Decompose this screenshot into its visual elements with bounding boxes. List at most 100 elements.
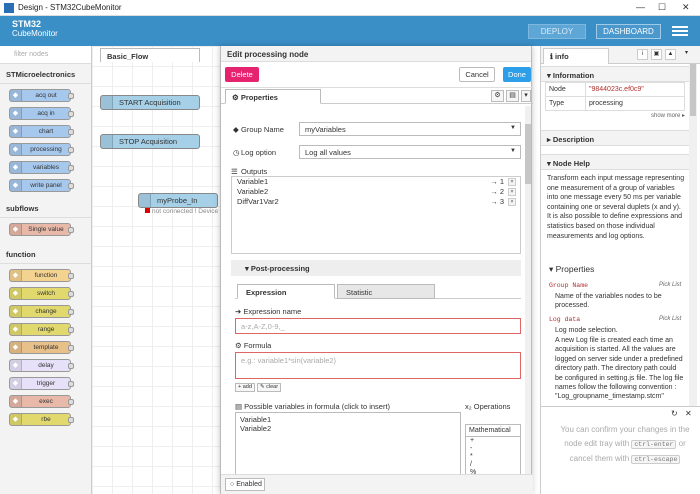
output-row[interactable]: Variable1 → 1 × [232,177,520,187]
remove-output-icon[interactable]: × [508,178,516,186]
palette-node[interactable]: ◆ delay [9,359,74,372]
bug-icon[interactable]: ▲ [665,49,676,60]
tab-properties[interactable]: ⚙ Properties [225,89,321,104]
palette-node[interactable]: ◆ range [9,323,74,336]
remove-output-icon[interactable]: × [508,188,516,196]
node-port [68,345,74,351]
palette-node[interactable]: ◆ exec [9,395,74,408]
palette-node[interactable]: ◆ rbe [9,413,74,426]
sidebar-scrollbar[interactable] [689,64,697,406]
tray-toolbar: Delete Cancel Done [221,62,533,88]
shortcut-key: ctrl-escape [631,455,681,464]
palette-node[interactable]: ◆ write panel [9,179,74,192]
operations-select[interactable]: Mathematical [466,425,520,437]
variable-item[interactable]: Variable2 [240,424,460,433]
node-palette: filter nodes STMicroelectronics ◆ acq out… [0,46,92,494]
node-port [68,147,74,153]
enabled-toggle[interactable]: ○ Enabled [225,478,265,491]
dashboard-button[interactable]: DASHBOARD [596,24,661,39]
formula-input[interactable]: e.g.: variable1*sin(variable2) [235,352,521,379]
minimize-icon[interactable]: — [636,2,645,12]
chevron-down-icon: ▼ [510,148,516,154]
done-button[interactable]: Done [503,67,531,82]
palette-node-label: exec [39,398,53,405]
app-icon [4,2,14,13]
app-header [0,16,700,46]
tab-info[interactable]: ℹ info [543,48,609,64]
prop-desc: Name of the variables nodes to be proces… [555,293,662,310]
palette-category-subflows[interactable]: subflows [0,198,91,218]
palette-category-stmicro[interactable]: STMicroelectronics [0,64,91,84]
palette-node[interactable]: ◆ switch [9,287,74,300]
description-icon[interactable]: ▤ [506,90,519,102]
palette-node[interactable]: ◆ variables [9,161,74,174]
window-title: Design - STM32CubeMonitor [18,3,122,12]
node-help-header[interactable]: ▾ Node Help [541,154,689,170]
postprocessing-header[interactable]: ▾ Post-processing [231,260,521,276]
node-type-icon: ◆ [10,288,22,299]
operation-item[interactable]: * [466,453,520,461]
group-name-select[interactable]: myVariables ▼ [299,122,521,136]
output-name: Variable1 [237,177,269,186]
clear-button[interactable]: ✎ clear [257,383,282,392]
close-icon[interactable]: ✕ [682,2,690,13]
show-more-link[interactable]: show more ▸ [651,112,685,119]
confirm-tip: You can confirm your changes in the node… [560,425,690,464]
add-button[interactable]: + add [235,383,255,392]
palette-node[interactable]: ◆ function [9,269,74,282]
flow-node-stop[interactable]: STOP Acquisition [100,134,200,149]
tab-expression[interactable]: Expression [237,284,335,299]
palette-node-label: Single value [28,226,64,233]
delete-button[interactable]: Delete [225,67,259,82]
sidebar-scroll-thumb[interactable] [690,64,696,116]
output-row[interactable]: DiffVar1Var2 → 3 × [232,197,520,207]
flow-tab[interactable]: Basic_Flow [100,48,200,62]
flow-node-start[interactable]: START Acquisition [100,95,200,110]
description-header[interactable]: ▸ Description [541,130,689,146]
palette-node[interactable]: ◆ chart [9,125,74,138]
deploy-button[interactable]: DEPLOY [528,24,586,39]
palette-node-label: function [34,272,58,279]
palette-node-label: acq out [35,92,57,99]
operation-item[interactable]: + [466,437,520,445]
node-type-icon: ◆ [10,108,22,119]
operation-item[interactable]: / [466,461,520,469]
palette-node[interactable]: ◆ processing [9,143,74,156]
clock-icon: ◷ [233,148,240,157]
tab-statistic[interactable]: Statistic [337,284,435,299]
info-icon[interactable]: i [637,49,648,60]
refresh-icon[interactable]: ↻ [671,409,678,418]
variable-item[interactable]: Variable1 [240,415,460,424]
expression-name-input[interactable]: a-z,A-Z,0-9,_ [235,318,521,334]
node-port [68,291,74,297]
maximize-icon[interactable]: ☐ [658,2,666,13]
node-port [68,327,74,333]
settings-icon[interactable]: ⚙ [491,90,504,102]
tray-scrollbar[interactable] [525,106,531,491]
palette-node[interactable]: ◆ template [9,341,74,354]
chevron-down-icon[interactable]: ▾ [681,49,692,60]
palette-node[interactable]: ◆ Single value [9,223,74,236]
remove-output-icon[interactable]: × [508,198,516,206]
palette-node[interactable]: ◆ acq out [9,89,74,102]
flow-node-probe[interactable]: myProbe_In [138,193,218,208]
palette-node[interactable]: ◆ change [9,305,74,318]
cancel-button[interactable]: Cancel [459,67,495,82]
palette-category-function[interactable]: function [0,244,91,264]
close-icon[interactable]: ✕ [685,409,692,418]
palette-node-label: processing [30,146,62,153]
operation-item[interactable]: - [466,445,520,453]
lock-icon[interactable]: ▣ [651,49,662,60]
palette-node-label: template [33,344,59,351]
log-option-select[interactable]: Log all values ▼ [299,145,521,159]
palette-node[interactable]: ◆ trigger [9,377,74,390]
output-row[interactable]: Variable2 → 2 × [232,187,520,197]
menu-icon[interactable] [672,24,688,38]
palette-node[interactable]: ◆ acq in [9,107,74,120]
prop-desc: Log mode selection. [555,327,618,334]
flow-workspace[interactable]: Basic_Flow START Acquisition STOP Acquis… [92,46,220,494]
palette-filter-input[interactable]: filter nodes [0,46,91,64]
information-header[interactable]: ▾ Information [541,66,689,82]
tray-scroll-thumb[interactable] [525,124,531,184]
appearance-icon[interactable]: ▾ [521,90,531,102]
